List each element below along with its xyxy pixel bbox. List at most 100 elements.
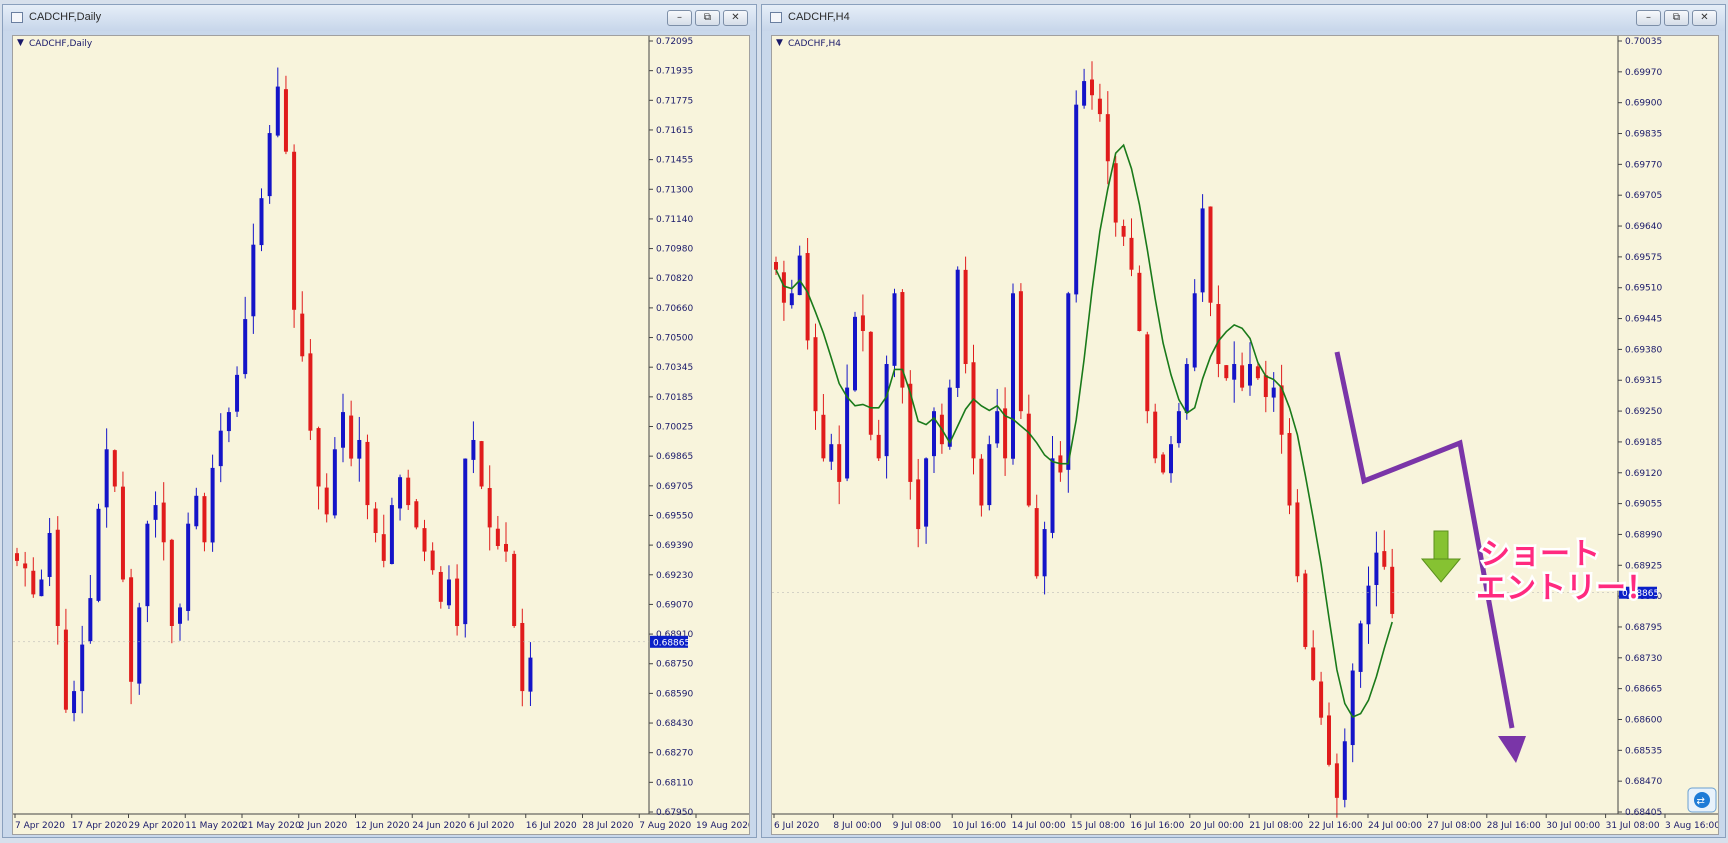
minimize-button[interactable]: –	[667, 10, 692, 26]
y-tick-label: 0.72095	[656, 37, 693, 47]
window-titlebar[interactable]: CADCHF,Daily – ⧉ ✕	[3, 5, 756, 31]
candle-body	[202, 496, 207, 543]
y-tick-label: 0.67950	[656, 808, 693, 818]
x-tick-label: 28 Jul 2020	[583, 821, 634, 831]
x-tick-label: 9 Jul 08:00	[893, 821, 942, 831]
h4-chart-window: CADCHF,H4 – ⧉ ✕ 0.70035 0.69970 0.69900 0.6…	[761, 4, 1726, 838]
candle-body	[1311, 647, 1316, 680]
y-tick-label: 0.68535	[1625, 746, 1662, 756]
candle-body	[1090, 79, 1094, 96]
candle-body	[487, 488, 492, 528]
candle-body	[1169, 444, 1173, 474]
x-tick-label: 27 Jul 08:00	[1427, 821, 1481, 831]
candle-body	[300, 313, 305, 357]
chart-symbol-text: CADCHF,Daily	[29, 39, 93, 49]
candle-body	[267, 133, 272, 197]
candle-body	[226, 412, 231, 432]
candle-body	[398, 477, 403, 509]
x-tick-label: 6 Jul 2020	[774, 821, 819, 831]
candle-body	[1018, 291, 1023, 412]
candle-body	[845, 387, 850, 479]
chart-area[interactable]: 0.72095 0.71935 0.71775 0.71615 0.71455 0.713…	[12, 35, 750, 835]
candle-body	[1161, 454, 1166, 473]
chart-symbol-label: ▼ CADCHF,Daily	[17, 38, 93, 49]
candle-body	[1350, 670, 1355, 746]
candle-body	[1271, 387, 1276, 398]
y-tick-label: 0.69230	[656, 571, 693, 581]
y-tick-label: 0.68750	[656, 660, 693, 670]
y-tick-label: 0.69640	[1625, 222, 1662, 232]
x-tick-label: 10 Jul 16:00	[952, 821, 1006, 831]
candle-body	[1200, 208, 1205, 293]
candle-body	[1232, 364, 1237, 380]
candle-body	[1074, 104, 1079, 295]
y-tick-label: 0.69380	[1625, 345, 1662, 355]
minimize-button[interactable]: –	[1636, 10, 1661, 26]
y-tick-label: 0.70500	[656, 334, 693, 344]
candle-body	[96, 508, 101, 601]
candle-body	[406, 477, 411, 506]
candle-body	[357, 439, 362, 459]
restore-button[interactable]: ⧉	[1664, 10, 1689, 26]
candle-body	[1034, 508, 1039, 577]
candle-body	[520, 622, 525, 692]
chart-label-arrow: ▼	[776, 38, 783, 48]
x-tick-label: 30 Jul 00:00	[1546, 821, 1600, 831]
y-tick-label: 0.71775	[656, 96, 693, 106]
y-tick-label: 0.69055	[1625, 500, 1662, 510]
x-tick-label: 14 Jul 00:00	[1012, 821, 1066, 831]
candle-body	[892, 293, 897, 366]
x-tick-label: 8 Jul 00:00	[833, 821, 882, 831]
y-tick-label: 0.68470	[1625, 777, 1662, 787]
candle-body	[1176, 411, 1181, 444]
candle-body	[860, 315, 865, 332]
chart-app-icon	[770, 12, 782, 23]
candle-body	[971, 362, 976, 459]
daily-chart-window: CADCHF,Daily – ⧉ ✕ 0.72095 0.71935 0.71775…	[2, 4, 757, 838]
price-chart[interactable]: 0.70035 0.69970 0.69900 0.69835 0.69770 0.697…	[772, 36, 1718, 834]
candle-body	[995, 411, 1000, 444]
candle-body	[876, 434, 881, 459]
candle-body	[145, 523, 150, 607]
y-tick-label: 0.70035	[1625, 37, 1662, 47]
candle-body	[259, 198, 264, 246]
x-tick-label: 21 Jul 08:00	[1249, 821, 1303, 831]
y-tick-label: 0.71455	[656, 156, 693, 166]
y-tick-label: 0.69070	[656, 600, 693, 610]
y-tick-label: 0.70185	[656, 393, 693, 403]
candle-body	[120, 486, 125, 580]
y-tick-label: 0.70025	[656, 423, 693, 433]
x-tick-label: 2 Jun 2020	[299, 821, 348, 831]
candle-body	[813, 337, 818, 412]
close-button[interactable]: ✕	[723, 10, 748, 26]
teamviewer-icon[interactable]: ⇄	[1687, 787, 1717, 813]
y-tick-label: 0.70820	[656, 274, 693, 284]
candle-body	[1342, 741, 1347, 800]
candle-body	[1129, 237, 1134, 270]
chart-area[interactable]: 0.70035 0.69970 0.69900 0.69835 0.69770 0.697…	[771, 35, 1719, 835]
x-tick-label: 16 Jul 16:00	[1130, 821, 1184, 831]
close-button[interactable]: ✕	[1692, 10, 1717, 26]
price-chart[interactable]: 0.72095 0.71935 0.71775 0.71615 0.71455 0.713…	[13, 36, 749, 834]
candle-body	[324, 487, 329, 515]
candle-body	[446, 579, 451, 606]
candle-body	[349, 415, 354, 459]
y-tick-label: 0.69510	[1625, 284, 1662, 294]
current-price-label: 0.68865	[653, 638, 690, 648]
candle-body	[837, 444, 842, 482]
candle-body	[178, 607, 182, 624]
candle-body	[789, 293, 794, 306]
window-titlebar[interactable]: CADCHF,H4 – ⧉ ✕	[762, 5, 1725, 31]
candle-body	[243, 319, 248, 375]
candle-body	[774, 261, 778, 270]
y-tick-label: 0.69445	[1625, 315, 1662, 325]
candle-body	[341, 412, 345, 448]
candle-body	[1295, 502, 1300, 577]
candle-body	[1066, 293, 1071, 470]
candle-body	[1113, 163, 1118, 223]
candle-body	[1137, 272, 1142, 332]
restore-button[interactable]: ⧉	[695, 10, 720, 26]
y-tick-label: 0.69900	[1625, 99, 1662, 109]
y-tick-label: 0.68590	[656, 689, 693, 699]
y-tick-label: 0.69550	[656, 511, 693, 521]
